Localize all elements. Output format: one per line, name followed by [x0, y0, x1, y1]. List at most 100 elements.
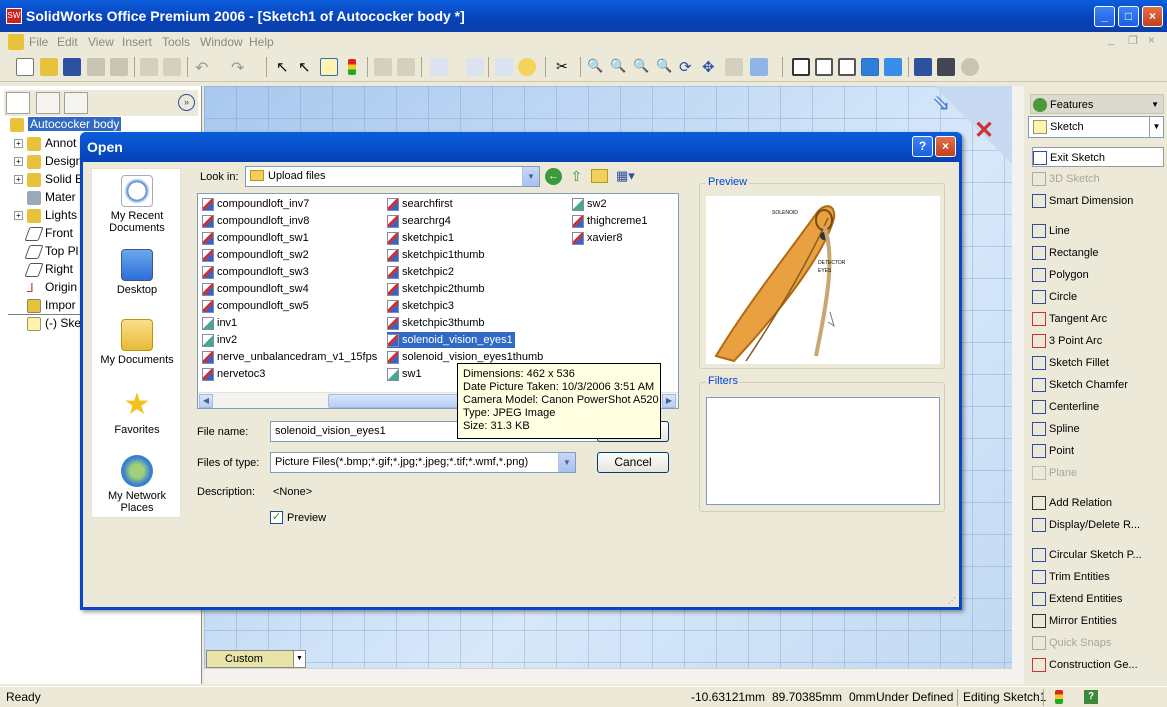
property-manager-tab-icon[interactable]: [36, 92, 60, 114]
file-item[interactable]: searchfirst: [387, 196, 453, 212]
tree-item-lights[interactable]: + Lights: [14, 208, 77, 225]
views-menu-icon[interactable]: ▦▾: [616, 168, 638, 185]
place-my-documents[interactable]: My Documents: [92, 319, 182, 366]
file-item[interactable]: sketchpic2thumb: [387, 281, 485, 297]
save-icon[interactable]: [63, 58, 81, 76]
shaded-icon[interactable]: [884, 58, 902, 76]
dialog-help-button[interactable]: ?: [912, 136, 933, 157]
redo-icon[interactable]: ↷: [231, 58, 249, 77]
command-line[interactable]: Line: [1032, 221, 1164, 241]
feature-tree-tab-icon[interactable]: [6, 92, 30, 114]
file-item[interactable]: solenoid_vision_eyes1: [387, 332, 515, 348]
mdi-minimize-icon[interactable]: _: [1108, 34, 1114, 46]
place-recent-documents[interactable]: My Recent Documents: [92, 175, 182, 234]
perspective-icon[interactable]: [937, 58, 955, 76]
viewport-vscrollbar[interactable]: [1012, 86, 1024, 684]
title-bar[interactable]: SW SolidWorks Office Premium 2006 - [Ske…: [0, 0, 1167, 32]
custom-view-combo[interactable]: Custom ▼: [206, 650, 306, 668]
tree-item-material[interactable]: Mater: [27, 190, 76, 207]
file-item[interactable]: compoundloft_inv7: [202, 196, 309, 212]
file-item[interactable]: nerve_unbalancedram_v1_15fps: [202, 349, 377, 365]
place-desktop[interactable]: Desktop: [92, 249, 182, 296]
menu-tools[interactable]: Tools: [162, 35, 190, 49]
dialog-close-button[interactable]: ×: [935, 136, 956, 157]
rebuild-icon[interactable]: [343, 58, 361, 76]
hidden-lines-removed-icon[interactable]: [838, 58, 856, 76]
copy-icon[interactable]: [163, 58, 181, 76]
dialog-title-bar[interactable]: Open ? ×: [80, 132, 962, 162]
file-item[interactable]: compoundloft_sw5: [202, 298, 309, 314]
menu-help[interactable]: Help: [249, 35, 274, 49]
file-item[interactable]: sketchpic1: [387, 230, 454, 246]
options-icon[interactable]: [495, 58, 513, 76]
file-item[interactable]: sw1: [387, 366, 422, 382]
scroll-left-icon[interactable]: ◀: [199, 394, 213, 408]
undo-icon[interactable]: ↶: [195, 58, 213, 77]
minimize-button[interactable]: _: [1094, 6, 1115, 27]
menu-edit[interactable]: Edit: [57, 35, 78, 49]
file-item[interactable]: compoundloft_inv8: [202, 213, 309, 229]
rotate-icon[interactable]: ⟳: [679, 58, 697, 76]
select-arrow-icon[interactable]: ↖: [276, 58, 294, 76]
back-icon[interactable]: ←: [545, 168, 562, 185]
hidden-lines-visible-icon[interactable]: [815, 58, 833, 76]
realview-icon[interactable]: [961, 58, 979, 76]
command-3d-sketch[interactable]: 3D Sketch: [1032, 169, 1164, 189]
sketch-tools-icon[interactable]: ✂: [556, 58, 574, 76]
preview-checkbox[interactable]: ✓: [270, 511, 283, 524]
command-mirror-entities[interactable]: Mirror Entities: [1032, 611, 1164, 631]
help-icon[interactable]: [518, 58, 536, 76]
command-quick-snaps[interactable]: Quick Snaps: [1032, 633, 1164, 653]
command-sketch-fillet[interactable]: Sketch Fillet: [1032, 353, 1164, 373]
look-in-combo[interactable]: Upload files ▼: [245, 166, 540, 187]
look-in-dropdown-icon[interactable]: ▼: [522, 167, 539, 186]
command-tangent-arc[interactable]: Tangent Arc: [1032, 309, 1164, 329]
tree-item-design[interactable]: + Design: [14, 154, 82, 171]
viewport-hscrollbar[interactable]: [204, 668, 1012, 684]
command-plane[interactable]: Plane: [1032, 463, 1164, 483]
file-item[interactable]: thighcreme1: [572, 213, 648, 229]
rebuild-status-icon[interactable]: [1055, 690, 1063, 704]
file-item[interactable]: inv2: [202, 332, 237, 348]
file-item[interactable]: sketchpic2: [387, 264, 454, 280]
command-extend-entities[interactable]: Extend Entities: [1032, 589, 1164, 609]
expand-pane-icon[interactable]: »: [178, 94, 195, 111]
tree-item-front-plane[interactable]: Front: [24, 226, 73, 243]
file-item[interactable]: compoundloft_sw1: [202, 230, 309, 246]
grid-icon[interactable]: [374, 58, 392, 76]
command-display-delete-r[interactable]: Display/Delete R...: [1032, 515, 1164, 535]
solidworks-app-icon[interactable]: SW: [6, 8, 22, 24]
zoom-selection-icon[interactable]: 🔍: [656, 58, 674, 76]
command-centerline[interactable]: Centerline: [1032, 397, 1164, 417]
new-icon[interactable]: [16, 58, 34, 76]
file-item[interactable]: compoundloft_sw3: [202, 264, 309, 280]
command-sketch-chamfer[interactable]: Sketch Chamfer: [1032, 375, 1164, 395]
menu-insert[interactable]: Insert: [122, 35, 152, 49]
place-network[interactable]: My Network Places: [92, 455, 182, 514]
shaded-edges-icon[interactable]: [861, 58, 879, 76]
file-type-combo[interactable]: Picture Files(*.bmp;*.gif;*.jpg;*.jpeg;*…: [270, 452, 576, 473]
file-item[interactable]: sketchpic3thumb: [387, 315, 485, 331]
view-orientation-icon[interactable]: [750, 58, 768, 76]
file-item[interactable]: nervetoc3: [202, 366, 265, 382]
file-item[interactable]: inv1: [202, 315, 237, 331]
configuration-manager-tab-icon[interactable]: [64, 92, 88, 114]
help-status-icon[interactable]: ?: [1084, 690, 1098, 704]
file-item[interactable]: xavier8: [572, 230, 622, 246]
command-polygon[interactable]: Polygon: [1032, 265, 1164, 285]
file-item[interactable]: sw2: [572, 196, 607, 212]
file-item[interactable]: sketchpic3: [387, 298, 454, 314]
print-icon[interactable]: [87, 58, 105, 76]
shadow-icon[interactable]: [914, 58, 932, 76]
command-add-relation[interactable]: Add Relation: [1032, 493, 1164, 513]
filters-box[interactable]: [706, 397, 940, 505]
command-smart-dimension[interactable]: Smart Dimension: [1032, 191, 1164, 211]
grid2-icon[interactable]: [397, 58, 415, 76]
sketch-tab[interactable]: Sketch ▼: [1028, 116, 1164, 138]
tree-item-right-plane[interactable]: Right: [24, 262, 73, 279]
tree-item-imported[interactable]: Impor: [27, 298, 76, 315]
command-point[interactable]: Point: [1032, 441, 1164, 461]
exit-sketch-corner-icon[interactable]: ⇘: [932, 90, 964, 118]
file-type-dropdown-icon[interactable]: ▼: [558, 453, 575, 472]
command-circular-sketch-p[interactable]: Circular Sketch P...: [1032, 545, 1164, 565]
